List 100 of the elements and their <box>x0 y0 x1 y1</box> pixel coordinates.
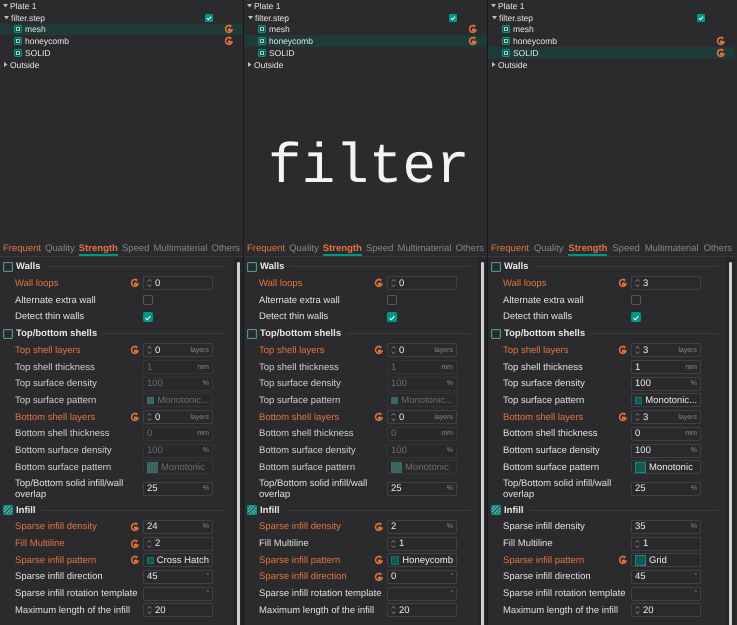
reset-icon[interactable] <box>618 555 628 566</box>
checkbox[interactable] <box>449 14 457 22</box>
reset-icon[interactable] <box>130 412 140 422</box>
tree-item[interactable]: honeycomb <box>488 35 735 48</box>
caret-icon[interactable] <box>492 15 497 20</box>
spinner-icon[interactable] <box>147 538 152 549</box>
pattern-dropdown[interactable]: Monotonic <box>631 460 701 474</box>
checkbox[interactable] <box>387 295 397 306</box>
reset-icon[interactable] <box>130 278 140 288</box>
tree-item[interactable]: Outside <box>244 58 487 71</box>
checkbox[interactable] <box>387 312 397 322</box>
tab[interactable]: Frequent <box>3 240 42 256</box>
pattern-dropdown[interactable]: Cross Hatch <box>143 553 213 568</box>
tab[interactable]: Others <box>703 240 732 256</box>
tree-item[interactable]: honeycomb <box>0 35 243 48</box>
reset-icon[interactable] <box>618 278 628 288</box>
tab[interactable]: Speed <box>122 240 150 256</box>
reset-icon[interactable] <box>374 555 384 566</box>
tab[interactable]: Speed <box>612 240 640 256</box>
tab[interactable]: Quality <box>289 240 319 256</box>
spinner-icon[interactable] <box>391 345 396 356</box>
spinner-icon[interactable] <box>635 278 640 288</box>
number-field[interactable]: 0 <box>143 276 213 290</box>
spinner-icon[interactable] <box>391 538 396 549</box>
checkbox[interactable] <box>697 14 705 22</box>
reset-icon[interactable] <box>374 278 384 288</box>
tab[interactable]: Frequent <box>247 240 286 256</box>
tree-item[interactable]: honeycomb <box>244 35 487 48</box>
reset-icon[interactable] <box>224 24 234 34</box>
caret-icon[interactable] <box>491 62 496 68</box>
number-field[interactable]: 1 <box>631 536 701 551</box>
spinner-icon[interactable] <box>391 412 396 422</box>
caret-icon[interactable] <box>3 62 8 68</box>
reset-icon[interactable] <box>374 345 384 356</box>
tree-item[interactable]: Plate 1 <box>0 0 243 12</box>
tree-item[interactable]: mesh <box>488 24 735 36</box>
tab[interactable]: Strength <box>78 240 118 256</box>
tree-item[interactable]: SOLID <box>0 47 243 59</box>
checkbox[interactable] <box>631 295 641 306</box>
number-field[interactable]: 2 <box>143 536 213 551</box>
number-field[interactable]: 1 <box>387 536 457 551</box>
spinner-icon[interactable] <box>391 278 396 288</box>
caret-icon[interactable] <box>491 3 496 8</box>
spinner-icon[interactable] <box>635 605 640 616</box>
tab[interactable]: Multimaterial <box>644 240 699 256</box>
pattern-dropdown[interactable]: Grid <box>631 553 701 568</box>
tree-item[interactable]: filter.step <box>0 12 243 24</box>
checkbox[interactable] <box>143 312 153 322</box>
reset-icon[interactable] <box>618 412 628 422</box>
checkbox[interactable] <box>631 312 641 322</box>
reset-icon[interactable] <box>130 345 140 356</box>
scrollbar-thumb[interactable] <box>481 262 484 625</box>
spinner-icon[interactable] <box>147 412 152 422</box>
tab[interactable]: Frequent <box>491 240 530 256</box>
reset-icon[interactable] <box>374 572 384 582</box>
number-field[interactable]: 20 <box>143 603 213 618</box>
tab[interactable]: Multimaterial <box>154 240 208 256</box>
tab[interactable]: Others <box>211 240 240 256</box>
tree-item[interactable]: SOLID <box>488 47 735 59</box>
tab[interactable]: Strength <box>322 240 362 256</box>
caret-icon[interactable] <box>4 15 9 20</box>
caret-icon[interactable] <box>248 15 253 20</box>
spinner-icon[interactable] <box>147 605 152 616</box>
caret-icon[interactable] <box>3 3 8 8</box>
spinner-icon[interactable] <box>635 345 640 356</box>
number-field[interactable]: 20 <box>631 603 701 618</box>
scrollbar-thumb[interactable] <box>729 262 732 625</box>
reset-icon[interactable] <box>130 538 140 549</box>
caret-icon[interactable] <box>247 62 252 68</box>
checkbox[interactable] <box>205 14 213 22</box>
tree-item[interactable]: mesh <box>244 24 487 36</box>
number-field[interactable]: 3 <box>631 276 701 290</box>
caret-icon[interactable] <box>247 3 252 8</box>
tab[interactable]: Others <box>455 240 484 256</box>
pattern-dropdown[interactable]: Monotonic... <box>631 393 701 408</box>
pattern-dropdown[interactable]: Honeycomb <box>387 553 457 568</box>
reset-icon[interactable] <box>224 36 234 46</box>
reset-icon[interactable] <box>716 36 726 46</box>
number-field[interactable]: 20 <box>387 603 457 618</box>
reset-icon[interactable] <box>130 522 140 532</box>
reset-icon[interactable] <box>130 555 140 566</box>
reset-icon[interactable] <box>468 36 478 46</box>
spinner-icon[interactable] <box>391 605 396 616</box>
tree-item[interactable]: Outside <box>488 58 735 71</box>
checkbox[interactable] <box>143 295 153 306</box>
tree-item[interactable]: Outside <box>0 58 243 71</box>
tab[interactable]: Quality <box>534 240 564 256</box>
tab[interactable]: Strength <box>568 240 608 256</box>
reset-icon[interactable] <box>468 24 478 34</box>
reset-icon[interactable] <box>716 48 726 58</box>
tree-item[interactable]: filter.step <box>488 12 735 24</box>
spinner-icon[interactable] <box>147 345 152 356</box>
spinner-icon[interactable] <box>147 278 152 288</box>
tab[interactable]: Quality <box>45 240 75 256</box>
scrollbar-thumb[interactable] <box>237 262 240 625</box>
tree-item[interactable]: Plate 1 <box>488 0 735 12</box>
reset-icon[interactable] <box>374 412 384 422</box>
reset-icon[interactable] <box>618 345 628 356</box>
tree-item[interactable]: mesh <box>0 24 243 36</box>
tab[interactable]: Speed <box>366 240 394 256</box>
